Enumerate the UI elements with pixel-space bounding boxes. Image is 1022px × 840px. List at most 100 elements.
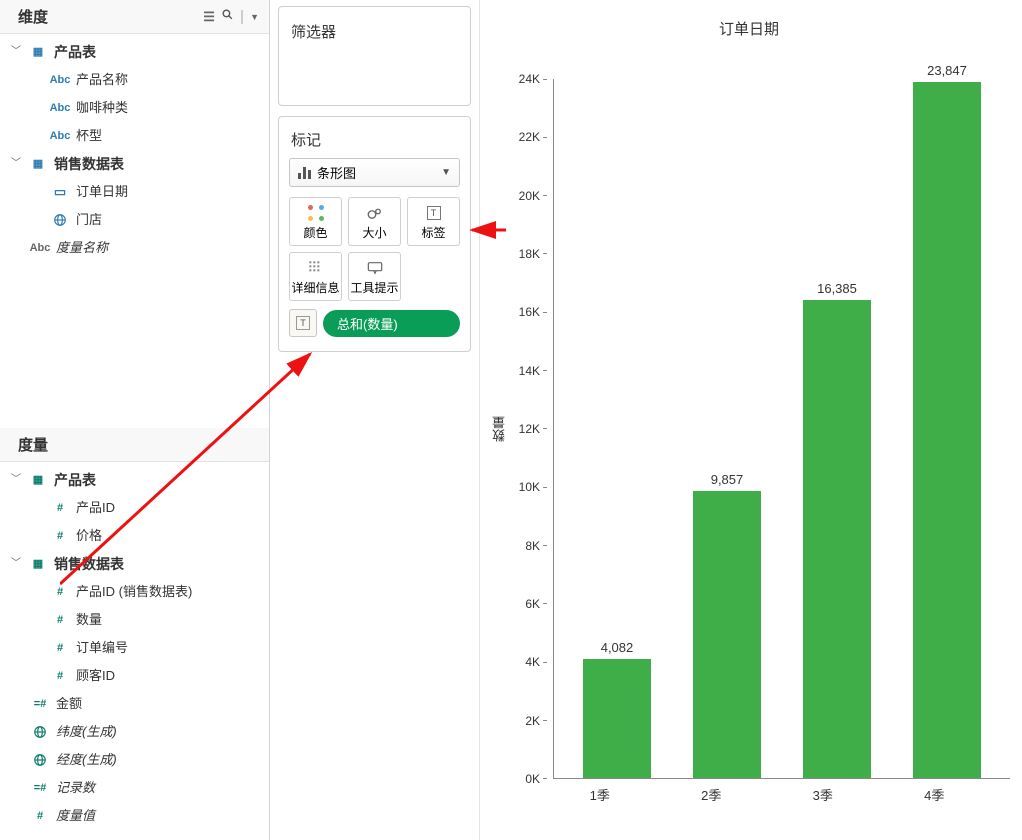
field-label: 咖啡种类: [76, 97, 128, 119]
x-tick: 1季: [565, 785, 635, 804]
x-axis: 1季 2季 3季 4季: [488, 785, 1010, 804]
marks-pill-row: T 总和(数量): [279, 309, 470, 351]
bar-value-label: 16,385: [817, 281, 857, 296]
color-icon: [308, 204, 324, 222]
field-label: 门店: [76, 209, 102, 231]
field-measure-values[interactable]: # 度量值: [0, 802, 269, 830]
bar[interactable]: 4,082: [582, 640, 652, 778]
marks-tooltip-button[interactable]: 工具提示: [348, 252, 401, 301]
mark-label: 颜色: [303, 224, 327, 241]
calendar-icon: ▭: [50, 181, 70, 203]
abc-icon: Abc: [30, 237, 50, 259]
measure-table-product[interactable]: ﹀ ▦ 产品表: [0, 466, 269, 494]
field-cup-size[interactable]: Abc 杯型: [0, 122, 269, 150]
field-label: 金额: [56, 693, 82, 715]
abc-icon: Abc: [50, 125, 70, 147]
field-order-date[interactable]: ▭ 订单日期: [0, 178, 269, 206]
field-record-count[interactable]: =# 记录数: [0, 774, 269, 802]
hash-icon: #: [30, 805, 50, 827]
marks-label-button[interactable]: T 标签: [407, 197, 460, 246]
bar-rect: [913, 82, 981, 778]
mark-label: 详细信息: [291, 279, 339, 296]
shelf-column: 筛选器 标记 条形图 ▼ 颜色: [270, 0, 480, 840]
data-pane: 维度 ☰ | ▼ ﹀ ▦ 产品表 Abc 产品名称 Abc 咖啡种类 Abc 杯…: [0, 0, 270, 840]
bar-value-label: 23,847: [927, 63, 967, 78]
mark-label: 标签: [421, 224, 445, 241]
dropdown-caret-icon[interactable]: ▼: [250, 12, 259, 22]
text-label-icon[interactable]: T: [289, 309, 317, 337]
field-customer-id[interactable]: # 顾客ID: [0, 662, 269, 690]
x-tick: 3季: [788, 785, 858, 804]
bar-chart-icon: [298, 167, 311, 179]
field-coffee-type[interactable]: Abc 咖啡种类: [0, 94, 269, 122]
field-order-no[interactable]: # 订单编号: [0, 634, 269, 662]
x-tick: 2季: [676, 785, 746, 804]
table-icon: ▦: [28, 469, 48, 491]
plot-area[interactable]: 4,0829,85716,38523,847: [553, 79, 1010, 779]
marks-pill-sum-quantity[interactable]: 总和(数量): [323, 310, 460, 337]
filters-card[interactable]: 筛选器: [278, 6, 471, 106]
bar-rect: [583, 659, 651, 778]
field-label: 产品名称: [76, 69, 128, 91]
field-store[interactable]: 门店: [0, 206, 269, 234]
marks-color-button[interactable]: 颜色: [289, 197, 342, 246]
table-icon: ▦: [28, 153, 48, 175]
field-measure-names[interactable]: Abc 度量名称: [0, 234, 269, 262]
globe-icon: [50, 213, 70, 227]
field-longitude[interactable]: 经度(生成): [0, 746, 269, 774]
chart-body: 数量 24K22K20K18K16K14K12K10K8K6K4K2K0K 4,…: [488, 79, 1010, 779]
chart-area: 订单日期 数量 24K22K20K18K16K14K12K10K8K6K4K2K…: [480, 0, 1022, 840]
bar[interactable]: 9,857: [692, 472, 762, 778]
bar-rect: [803, 300, 871, 778]
field-product-name[interactable]: Abc 产品名称: [0, 66, 269, 94]
dimensions-body: ﹀ ▦ 产品表 Abc 产品名称 Abc 咖啡种类 Abc 杯型 ﹀ ▦ 销售数…: [0, 34, 269, 272]
tooltip-icon: [367, 259, 383, 277]
size-icon: [366, 204, 384, 222]
dimensions-title: 维度: [18, 6, 48, 27]
view-as-list-icon[interactable]: ☰: [203, 9, 215, 25]
field-label: 顾客ID: [76, 665, 115, 687]
filters-title: 筛选器: [279, 7, 470, 52]
field-label: 产品ID: [76, 497, 115, 519]
field-product-id[interactable]: # 产品ID: [0, 494, 269, 522]
field-quantity[interactable]: # 数量: [0, 606, 269, 634]
field-label: 度量名称: [56, 237, 108, 259]
marks-detail-button[interactable]: 详细信息: [289, 252, 342, 301]
field-amount[interactable]: =# 金额: [0, 690, 269, 718]
marks-card: 标记 条形图 ▼ 颜色: [278, 116, 471, 352]
hash-icon: #: [50, 525, 70, 547]
measure-table-sales[interactable]: ﹀ ▦ 销售数据表: [0, 550, 269, 578]
marks-type-dropdown[interactable]: 条形图 ▼: [289, 158, 460, 187]
abc-icon: Abc: [50, 97, 70, 119]
field-label: 杯型: [76, 125, 102, 147]
dimension-table-product[interactable]: ﹀ ▦ 产品表: [0, 38, 269, 66]
field-label: 价格: [76, 525, 102, 547]
table-icon: ▦: [28, 41, 48, 63]
y-axis: 24K22K20K18K16K14K12K10K8K6K4K2K0K: [511, 79, 553, 779]
mark-label: 工具提示: [350, 279, 398, 296]
hash-icon: #: [50, 497, 70, 519]
dimension-table-sales[interactable]: ﹀ ▦ 销售数据表: [0, 150, 269, 178]
x-tick: 4季: [899, 785, 969, 804]
marks-size-button[interactable]: 大小: [348, 197, 401, 246]
dimensions-header: 维度 ☰ | ▼: [0, 0, 269, 34]
mark-label: 大小: [362, 224, 386, 241]
table-label: 产品表: [54, 41, 96, 63]
bar-value-label: 9,857: [711, 472, 744, 487]
field-latitude[interactable]: 纬度(生成): [0, 718, 269, 746]
table-icon: ▦: [28, 553, 48, 575]
field-label: 度量值: [56, 805, 95, 827]
measures-title: 度量: [18, 434, 48, 455]
field-price[interactable]: # 价格: [0, 522, 269, 550]
search-icon[interactable]: [221, 8, 234, 25]
bar[interactable]: 23,847: [912, 63, 982, 778]
table-label: 产品表: [54, 469, 96, 491]
text-label-icon: T: [427, 204, 441, 222]
field-label: 记录数: [56, 777, 95, 799]
field-product-id-sales[interactable]: # 产品ID (销售数据表): [0, 578, 269, 606]
hash-icon: #: [50, 581, 70, 603]
bar[interactable]: 16,385: [802, 281, 872, 778]
calc-hash-icon: =#: [30, 777, 50, 799]
field-label: 产品ID (销售数据表): [76, 581, 192, 603]
calc-hash-icon: =#: [30, 693, 50, 715]
